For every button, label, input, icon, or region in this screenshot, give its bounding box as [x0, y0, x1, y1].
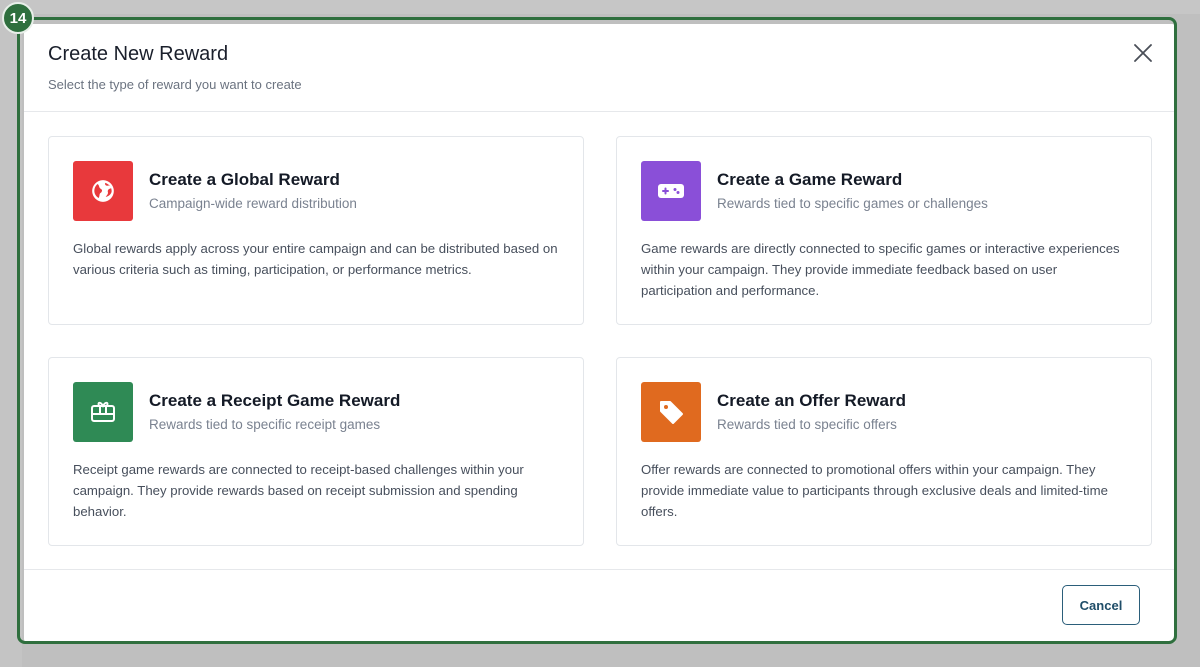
background-page: [0, 0, 1200, 14]
highlight-frame: [17, 17, 1177, 644]
step-badge: 14: [2, 2, 34, 34]
